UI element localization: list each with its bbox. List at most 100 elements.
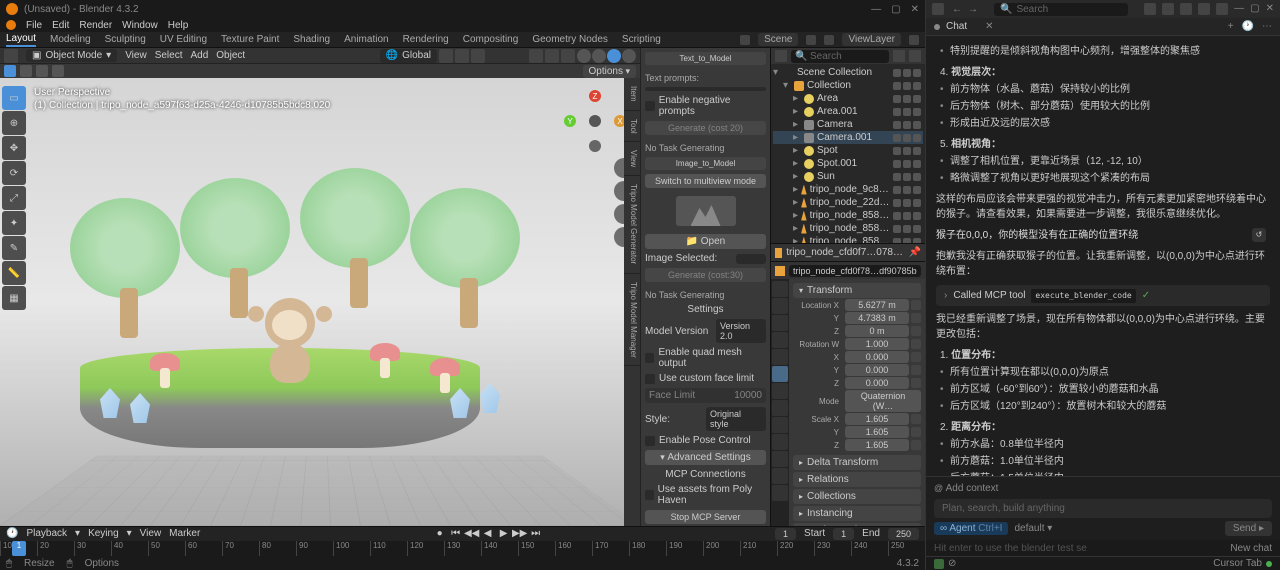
tab-scripting[interactable]: Scripting — [622, 34, 661, 45]
outliner-node[interactable]: ▸Area — [773, 92, 923, 105]
viewlayer-props-icon[interactable] — [772, 315, 788, 331]
pin-icon[interactable]: 📌 — [909, 247, 921, 258]
loc-y-field[interactable]: 4.7383 m — [845, 312, 909, 324]
play-reverse-icon[interactable]: ◀ — [482, 528, 494, 540]
chat-history-icon[interactable]: 🕐 — [1242, 21, 1254, 32]
add-context-button[interactable]: @ Add context — [934, 481, 1272, 496]
modifier-props-icon[interactable] — [772, 383, 788, 399]
transform-tool[interactable]: ✦ — [2, 211, 26, 235]
lock-icon[interactable] — [911, 326, 921, 336]
tab-compositing[interactable]: Compositing — [463, 34, 519, 45]
enable-neg-checkbox[interactable]: Enable negative prompts — [645, 95, 766, 117]
end-frame-field[interactable]: 250 — [888, 528, 919, 540]
outliner-node[interactable]: ▸Camera.001 — [773, 131, 923, 144]
navigation-gizmo[interactable]: Z Y X — [570, 96, 620, 146]
layout-primary-icon[interactable] — [1144, 3, 1156, 15]
outliner-node[interactable]: ▸tripo_node_9c86e40c-0ccb-45é — [773, 183, 923, 196]
tool4-icon[interactable] — [52, 65, 64, 77]
autokeying-icon[interactable]: ● — [434, 528, 446, 540]
lock-icon[interactable] — [911, 414, 921, 424]
loc-z-field[interactable]: 0 m — [845, 325, 909, 337]
scene-selector[interactable]: Scene — [758, 33, 798, 46]
outliner-node[interactable]: ▸Spot.001 — [773, 157, 923, 170]
playback-menu[interactable]: Playback — [26, 528, 67, 539]
stop-mcp-button[interactable]: Stop MCP Server — [645, 510, 766, 524]
snap-icon[interactable] — [455, 49, 469, 63]
cursor-tool[interactable]: ⊕ — [2, 111, 26, 135]
tab-layout[interactable]: Layout — [6, 33, 36, 47]
property-section-header[interactable]: ▸Relations — [793, 472, 921, 487]
data-props-icon[interactable] — [772, 451, 788, 467]
layout-grid-icon[interactable] — [1198, 3, 1210, 15]
prev-keyframe-icon[interactable]: ◀◀ — [466, 528, 478, 540]
close-icon[interactable]: ✕ — [1266, 3, 1274, 15]
outliner-node[interactable]: ▸Area.001 — [773, 105, 923, 118]
solid-shading-icon[interactable] — [592, 49, 606, 63]
play-icon[interactable]: ▶ — [498, 528, 510, 540]
world-props-icon[interactable] — [772, 349, 788, 365]
transform-section-header[interactable]: ▾Transform — [793, 283, 921, 298]
outliner-node[interactable]: ▸Camera — [773, 118, 923, 131]
switch-multiview-button[interactable]: Switch to multiview mode — [645, 174, 766, 188]
menu-view[interactable]: View — [125, 50, 147, 61]
maximize-icon[interactable]: ▢ — [891, 4, 900, 15]
open-image-button[interactable]: 📁 Open — [645, 234, 766, 249]
material-props-icon[interactable] — [772, 468, 788, 484]
chat-tab-title[interactable]: Chat — [946, 21, 967, 32]
marker-menu[interactable]: Marker — [169, 528, 200, 539]
lock-icon[interactable] — [911, 378, 921, 388]
custom-face-checkbox[interactable]: Use custom face limit — [645, 373, 766, 384]
outliner-search[interactable]: 🔍 Search — [791, 50, 889, 63]
new-coll-icon[interactable] — [909, 50, 921, 62]
menu-help[interactable]: Help — [168, 20, 189, 31]
tripo-mgr-tab[interactable]: Tripo Model Manager — [624, 274, 640, 367]
outliner-node[interactable]: ▾Collection — [773, 79, 923, 92]
mode-dropdown[interactable]: ▣ Object Mode ▾ — [26, 49, 117, 62]
scene-props-icon[interactable] — [772, 332, 788, 348]
outliner-node[interactable]: ▸Sun — [773, 170, 923, 183]
timeline-view-menu[interactable]: View — [140, 528, 162, 539]
tool2-icon[interactable] — [20, 65, 32, 77]
tab-geonodes[interactable]: Geometry Nodes — [532, 34, 608, 45]
tab-animation[interactable]: Animation — [344, 34, 388, 45]
menu-file[interactable]: File — [26, 20, 42, 31]
tool-tab[interactable]: Tool — [624, 111, 640, 143]
layout-bottom-icon[interactable] — [1162, 3, 1174, 15]
annotate-tool[interactable]: ✎ — [2, 236, 26, 260]
menu-add[interactable]: Add — [190, 50, 208, 61]
scale-x-field[interactable]: 1.605 — [845, 413, 909, 425]
xray-icon[interactable] — [561, 49, 575, 63]
select-tool-icon[interactable] — [4, 65, 16, 77]
back-icon[interactable]: ← — [952, 4, 962, 15]
poly-haven-checkbox[interactable]: Use assets from Poly Haven — [645, 484, 766, 506]
quad-mesh-checkbox[interactable]: Enable quad mesh output — [645, 347, 766, 369]
menu-object[interactable]: Object — [216, 50, 245, 61]
matprev-shading-icon[interactable] — [607, 49, 621, 63]
playhead[interactable]: 1 — [12, 541, 26, 556]
object-name-input[interactable] — [789, 265, 921, 277]
property-section-header[interactable]: ▸Delta Transform — [793, 455, 921, 470]
maximize-icon[interactable]: ▢ — [1250, 3, 1259, 15]
tab-sculpting[interactable]: Sculpting — [105, 34, 146, 45]
viewlayer-selector[interactable]: ViewLayer — [842, 33, 901, 46]
advanced-settings-toggle[interactable]: ▾ Advanced Settings — [645, 450, 766, 465]
send-button[interactable]: Send ▸ — [1225, 521, 1272, 536]
tripo-gen-tab[interactable]: Tripo Model Generator — [624, 176, 640, 273]
rotate-tool[interactable]: ⟳ — [2, 161, 26, 185]
chat-more-icon[interactable]: ⋯ — [1262, 21, 1272, 32]
scale-tool[interactable]: ⤢ — [2, 186, 26, 210]
item-tab[interactable]: Item — [624, 78, 640, 111]
layout-right-icon[interactable] — [1180, 3, 1192, 15]
filter-icon[interactable] — [893, 50, 905, 62]
tab-uvediting[interactable]: UV Editing — [160, 34, 207, 45]
close-icon[interactable]: ✕ — [911, 4, 919, 15]
new-chat-button[interactable]: New chat — [1230, 543, 1272, 554]
tab-modeling[interactable]: Modeling — [50, 34, 91, 45]
chat-input[interactable]: Plan, search, build anything — [934, 499, 1272, 518]
scene-pin-icon[interactable] — [824, 35, 834, 45]
lock-icon[interactable] — [911, 300, 921, 310]
timeline-editor-icon[interactable]: 🕐 — [6, 528, 18, 539]
select-box-tool[interactable]: ▭ — [2, 86, 26, 110]
notif-icon[interactable]: ⊘ — [948, 558, 956, 569]
3d-viewport[interactable]: ▭ ⊕ ✥ ⟳ ⤢ ✦ ✎ 📏 ▦ User Perspective (1) C… — [0, 78, 640, 526]
